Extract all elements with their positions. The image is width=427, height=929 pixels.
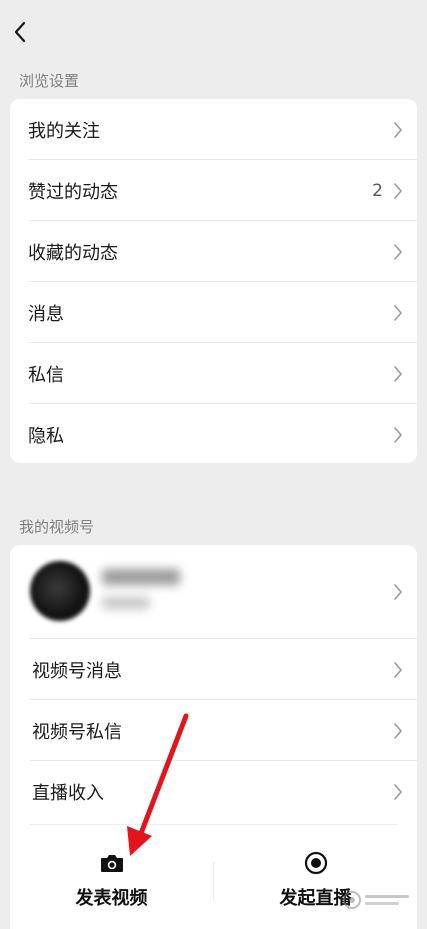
chevron-right-icon	[394, 182, 402, 199]
row-messages[interactable]: 消息	[10, 282, 417, 343]
chevron-right-icon	[394, 365, 402, 382]
back-button[interactable]	[8, 18, 32, 46]
chevron-right-icon	[394, 783, 402, 800]
row-label: 直播收入	[32, 782, 104, 804]
chevron-right-icon	[394, 661, 402, 678]
liked-count: 2	[372, 180, 383, 201]
chevron-right-icon	[394, 304, 402, 321]
row-saved-posts[interactable]: 收藏的动态	[10, 221, 417, 282]
row-label: 视频号私信	[32, 721, 122, 743]
post-video-button[interactable]: 发表视频	[10, 824, 213, 929]
live-record-icon	[303, 850, 329, 876]
post-video-label: 发表视频	[75, 888, 148, 909]
row-private-messages[interactable]: 私信	[10, 343, 417, 404]
row-privacy[interactable]: 隐私	[10, 404, 417, 463]
row-channel-private-messages[interactable]: 视频号私信	[10, 700, 417, 761]
top-bar	[0, 0, 427, 64]
start-live-button[interactable]: 发起直播	[214, 824, 417, 929]
row-label: 视频号消息	[32, 660, 122, 682]
channel-profile-row[interactable]	[10, 545, 417, 639]
section-title-my-channel: 我的视频号	[19, 518, 95, 536]
row-liked-posts[interactable]: 赞过的动态 2	[10, 160, 417, 221]
browse-settings-card: 我的关注 赞过的动态 2 收藏的动态 消息 私信 隐私	[10, 99, 417, 463]
chevron-right-icon	[394, 584, 402, 600]
avatar	[30, 561, 90, 621]
row-live-income[interactable]: 直播收入	[10, 761, 417, 822]
camera-icon	[99, 850, 125, 876]
row-channel-messages[interactable]: 视频号消息	[10, 639, 417, 700]
row-label: 消息	[28, 303, 64, 325]
row-label: 我的关注	[28, 120, 100, 142]
channel-subtitle-blurred	[102, 597, 150, 609]
bottom-action-bar: 发表视频 发起直播	[10, 824, 417, 929]
channel-name-blurred	[102, 569, 180, 585]
row-label: 赞过的动态	[28, 181, 118, 203]
row-label: 收藏的动态	[28, 242, 118, 264]
chevron-right-icon	[394, 722, 402, 739]
chevron-right-icon	[394, 426, 402, 443]
chevron-right-icon	[394, 243, 402, 260]
section-title-browse-settings: 浏览设置	[19, 72, 80, 90]
row-my-follows[interactable]: 我的关注	[10, 99, 417, 160]
chevron-left-icon	[14, 21, 26, 43]
chevron-right-icon	[394, 121, 402, 138]
row-label: 私信	[28, 364, 64, 386]
row-label: 隐私	[28, 425, 64, 447]
watermark-logo	[343, 891, 409, 909]
